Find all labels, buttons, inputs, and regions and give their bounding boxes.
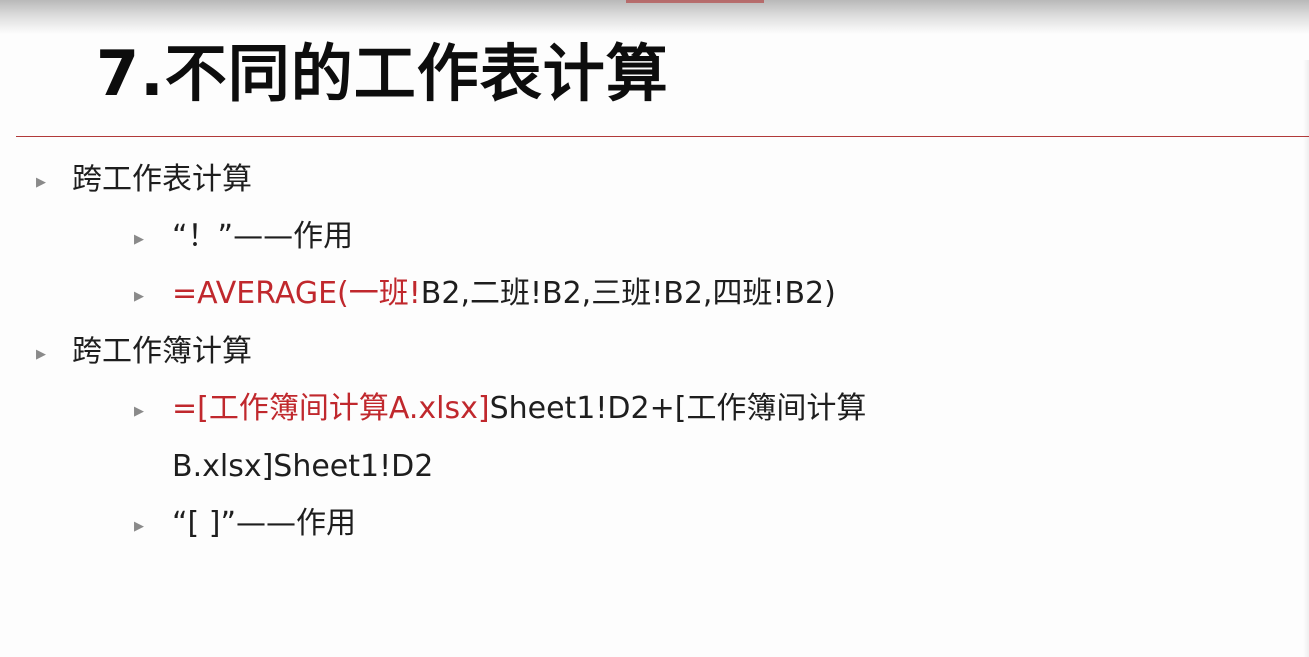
slide-title: 7.不同的工作表计算 — [96, 37, 669, 110]
triangle-right-icon: ▶ — [134, 519, 144, 534]
triangle-right-icon: ▶ — [134, 289, 144, 304]
top-accent-mark — [626, 0, 764, 3]
triangle-right-icon: ▶ — [36, 175, 46, 190]
top-shadow — [0, 0, 1309, 34]
formula-rest-part: B2,二班!B2,三班!B2,四班!B2) — [420, 276, 836, 311]
triangle-right-icon: ▶ — [36, 347, 46, 362]
formula-red-part: =AVERAGE(一班! — [172, 276, 421, 311]
bullet-exclamation-role: “！”——作用 — [172, 219, 354, 254]
frame-edge — [1303, 60, 1309, 657]
bullet-cross-sheet: 跨工作表计算 — [72, 162, 252, 197]
bullet-bracket-role: “[ ]”——作用 — [172, 506, 357, 541]
formula-red-part: =[工作簿间计算A.xlsx] — [172, 391, 490, 426]
title-divider — [16, 136, 1309, 137]
bullet-average-formula: =AVERAGE(一班!B2,二班!B2,三班!B2,四班!B2) — [172, 275, 836, 313]
triangle-right-icon: ▶ — [134, 232, 144, 247]
bullet-cross-workbook: 跨工作簿计算 — [72, 334, 252, 369]
triangle-right-icon: ▶ — [134, 404, 144, 419]
bullet-workbook-formula: =[工作簿间计算A.xlsx]Sheet1!D2+[工作簿间计算 — [172, 390, 866, 428]
formula-rest-part: Sheet1!D2+[工作簿间计算 — [489, 391, 867, 426]
formula-continuation: B.xlsx]Sheet1!D2 — [172, 449, 434, 484]
